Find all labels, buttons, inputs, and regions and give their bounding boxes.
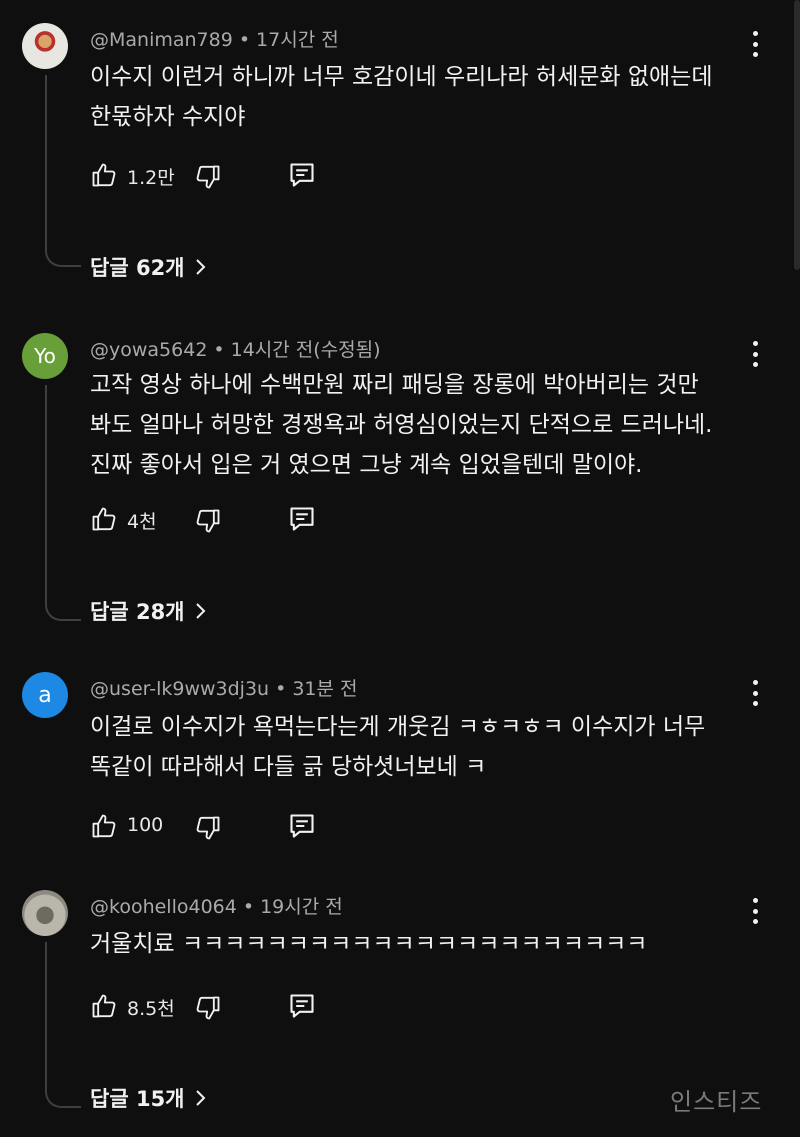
comment-line: 봐도 얼마나 허망한 경쟁욕과 허영심이었는지 단적으로 드러나네. (90, 412, 713, 438)
comment-line: 거울치료 ㅋㅋㅋㅋㅋㅋㅋㅋㅋㅋㅋㅋㅋㅋㅋㅋㅋㅋㅋㅋㅋㅋ (90, 931, 648, 957)
more-vert-icon[interactable] (748, 680, 762, 706)
avatar-initials: a (38, 682, 52, 708)
replies-label: 답글 62개 (90, 256, 185, 280)
comment-text: 이수지 이런거 하니까 너무 호감이네 우리나라 허세문화 없애는데 한몫하자 … (90, 57, 760, 137)
like-count: 100 (127, 814, 164, 836)
comment-text: 거울치료 ㅋㅋㅋㅋㅋㅋㅋㅋㅋㅋㅋㅋㅋㅋㅋㅋㅋㅋㅋㅋㅋㅋ (90, 924, 760, 964)
comment-actions: 4천 (90, 505, 330, 535)
avatar-initials: Yo (34, 344, 56, 368)
view-replies-button[interactable]: 답글 28개 (90, 596, 207, 626)
comment-actions: 100 (90, 812, 330, 842)
like-count: 8.5천 (127, 998, 175, 1020)
reply-comment-icon[interactable] (288, 505, 316, 533)
comment-line: 한몫하자 수지야 (90, 104, 246, 130)
like-count: 4천 (127, 511, 157, 533)
view-replies-button[interactable]: 답글 62개 (90, 252, 207, 282)
comment-line: 똑같이 따라해서 다들 긁 당하셧너보네 ㅋ (90, 754, 487, 780)
comment-actions: 8.5천 (90, 992, 330, 1022)
author-name[interactable]: @yowa5642 (90, 339, 207, 361)
comment-meta: @yowa5642 • 14시간 전(수정됨) (90, 335, 381, 362)
thread-line (45, 942, 81, 1108)
comment-actions: 1.2만 (90, 161, 330, 191)
comment-text: 이걸로 이수지가 욕먹는다는게 개웃김 ㅋㅎㅋㅎㅋ 이수지가 너무 똑같이 따라… (90, 707, 760, 787)
reply-comment-icon[interactable] (288, 161, 316, 189)
separator-dot: • (275, 678, 287, 700)
reply-comment-icon[interactable] (288, 992, 316, 1020)
avatar[interactable]: Yo (22, 333, 68, 379)
watermark: 인스티즈 (670, 1088, 763, 1116)
thumb-down-icon[interactable] (194, 507, 222, 535)
comment-meta: @user-lk9ww3dj3u • 31분 전 (90, 674, 358, 701)
thread-line (45, 75, 81, 267)
author-name[interactable]: @user-lk9ww3dj3u (90, 678, 269, 700)
chevron-right-icon (195, 1090, 205, 1106)
comment-text: 고작 영상 하나에 수백만원 짜리 패딩을 장롱에 박아버리는 것만 봐도 얼마… (90, 365, 760, 485)
thumb-down-icon[interactable] (194, 814, 222, 842)
thumb-down-icon[interactable] (194, 163, 222, 191)
comment-line: 이수지 이런거 하니까 너무 호감이네 우리나라 허세문화 없애는데 (90, 64, 713, 90)
comment-line: 이걸로 이수지가 욕먹는다는게 개웃김 ㅋㅎㅋㅎㅋ 이수지가 너무 (90, 714, 706, 740)
thread-line (45, 385, 81, 621)
chevron-right-icon (195, 603, 205, 619)
chevron-right-icon (195, 259, 205, 275)
comment-meta: @Maniman789 • 17시간 전 (90, 25, 339, 52)
replies-label: 답글 15개 (90, 1087, 185, 1111)
thumb-up-icon[interactable] (90, 161, 118, 189)
comment-line: 진짜 좋아서 입은 거 였으면 그냥 계속 입었을텐데 말이야. (90, 452, 643, 478)
more-vert-icon[interactable] (748, 341, 762, 367)
timestamp: 31분 전 (292, 678, 358, 700)
comment-meta: @koohello4064 • 19시간 전 (90, 892, 343, 919)
timestamp: 19시간 전 (260, 896, 343, 918)
comment-line: 고작 영상 하나에 수백만원 짜리 패딩을 장롱에 박아버리는 것만 (90, 372, 699, 398)
avatar[interactable] (22, 890, 68, 936)
avatar[interactable]: a (22, 672, 68, 718)
thumb-down-icon[interactable] (194, 994, 222, 1022)
separator-dot: • (242, 896, 255, 918)
timestamp: 17시간 전 (256, 29, 339, 51)
author-name[interactable]: @koohello4064 (90, 896, 237, 918)
separator-dot: • (213, 339, 225, 361)
thumb-up-icon[interactable] (90, 812, 118, 840)
separator-dot: • (238, 29, 251, 51)
more-vert-icon[interactable] (748, 898, 762, 924)
like-count: 1.2만 (127, 167, 175, 189)
more-vert-icon[interactable] (748, 31, 762, 57)
thumb-up-icon[interactable] (90, 992, 118, 1020)
author-name[interactable]: @Maniman789 (90, 29, 233, 51)
reply-comment-icon[interactable] (288, 812, 316, 840)
replies-label: 답글 28개 (90, 600, 185, 624)
scrollbar[interactable] (794, 0, 800, 270)
view-replies-button[interactable]: 답글 15개 (90, 1083, 207, 1113)
timestamp: 14시간 전(수정됨) (230, 339, 381, 361)
thumb-up-icon[interactable] (90, 505, 118, 533)
avatar[interactable] (22, 23, 68, 69)
